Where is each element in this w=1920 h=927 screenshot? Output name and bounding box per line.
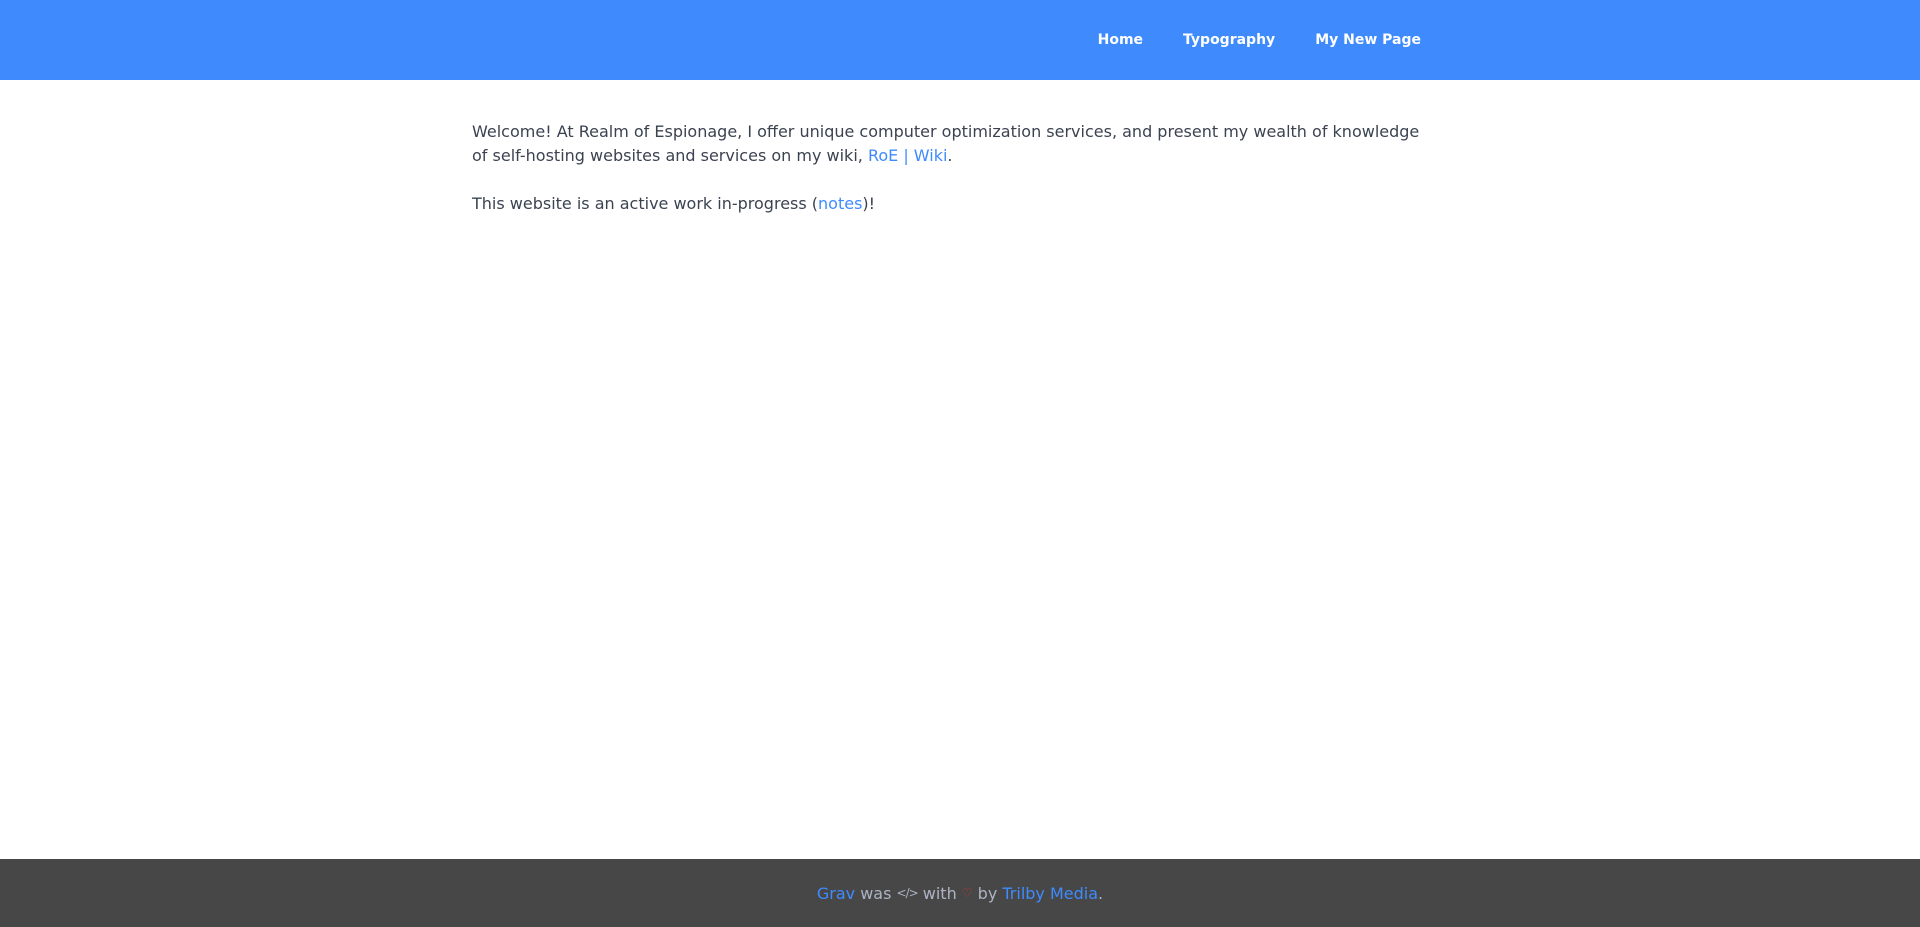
site-footer: Grav was </> with ♡ by Trilby Media. (0, 859, 1920, 927)
site-header: Home Typography My New Page (0, 0, 1920, 80)
main-nav: Home Typography My New Page (1098, 0, 1421, 80)
footer-period: . (1098, 883, 1104, 903)
page-content: Welcome! At Realm of Espionage, I offer … (472, 120, 1432, 240)
footer-was-text: was (855, 883, 897, 903)
wip-text: This website is an active work in-progre… (472, 194, 819, 213)
footer-with-text: with (917, 883, 962, 903)
nav-typography-link[interactable]: Typography (1183, 32, 1275, 48)
wip-suffix: )! (862, 194, 876, 213)
nav-my-new-page-link[interactable]: My New Page (1315, 32, 1421, 48)
welcome-paragraph: Welcome! At Realm of Espionage, I offer … (472, 120, 1432, 168)
footer-by-text: by (972, 883, 1003, 903)
heart-icon: ♡ (961, 886, 973, 900)
trilby-media-link[interactable]: Trilby Media (1002, 884, 1098, 903)
welcome-period: . (947, 146, 953, 165)
nav-home-link[interactable]: Home (1098, 32, 1143, 48)
notes-link[interactable]: notes (818, 194, 862, 213)
grav-link[interactable]: Grav (817, 884, 855, 903)
wip-paragraph: This website is an active work in-progre… (472, 192, 1432, 216)
code-icon: </> (896, 886, 919, 900)
wiki-link[interactable]: RoE | Wiki (868, 146, 947, 165)
